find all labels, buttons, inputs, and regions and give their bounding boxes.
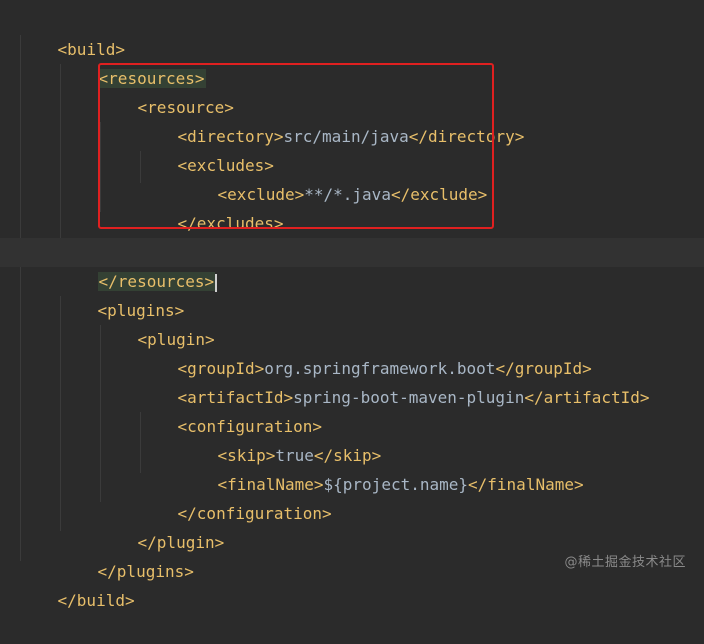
code-line-skip[interactable]: <skip>true</skip> [0, 412, 704, 465]
code-line-plugin-open[interactable]: <plugin> [0, 296, 704, 349]
xml-tag-name: build [76, 591, 125, 610]
code-line-resources-open[interactable]: <resources> [0, 35, 704, 88]
code-line-finalname[interactable]: <finalName>${project.name}</finalName> [0, 441, 704, 494]
code-line-resources-close[interactable]: </resources> [0, 238, 704, 292]
code-line-configuration-close[interactable]: </configuration> [0, 470, 704, 523]
xml-tag-close: > [124, 591, 135, 610]
code-line-plugin-close[interactable]: </plugin> [0, 499, 704, 552]
xml-tag-open: </ [57, 591, 77, 610]
code-line-artifactid[interactable]: <artifactId>spring-boot-maven-plugin</ar… [0, 354, 704, 407]
annotation-highlight-box [98, 63, 494, 229]
code-line-groupid[interactable]: <groupId>org.springframework.boot</group… [0, 325, 704, 378]
code-line-build-open[interactable]: <build> [0, 6, 704, 59]
watermark: @稀土掘金技术社区 [564, 555, 686, 570]
code-line-configuration-open[interactable]: <configuration> [0, 383, 704, 436]
code-line-plugins-open[interactable]: <plugins> [0, 267, 704, 320]
code-editor[interactable]: <build> <resources> <resource> <director… [0, 0, 704, 610]
